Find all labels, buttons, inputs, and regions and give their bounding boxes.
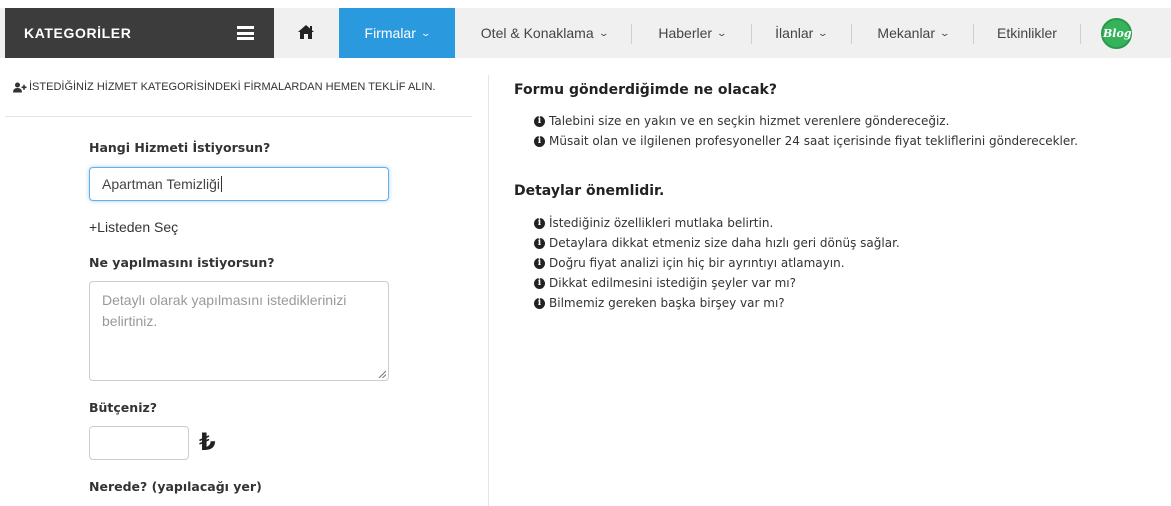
info-circle-icon: i bbox=[534, 297, 545, 309]
nav-item-label: Haberler bbox=[658, 25, 713, 41]
currency-symbol: ₺ bbox=[199, 428, 216, 456]
nav-divider bbox=[751, 24, 752, 44]
service-label: Hangi Hizmeti İstiyorsun? bbox=[89, 140, 271, 155]
nav-item-label: İlanlar bbox=[775, 25, 814, 41]
home-button[interactable] bbox=[274, 8, 339, 58]
nav-item-etkinlikler[interactable]: Etkinlikler bbox=[984, 8, 1070, 58]
list-select-link[interactable]: +Listeden Seç bbox=[89, 219, 178, 235]
info-circle-icon: i bbox=[534, 277, 545, 289]
list-item-text: Doğru fiyat analizi için hiç bir ayrıntı… bbox=[549, 256, 845, 270]
list-item-text: Talebini size en yakın ve en seçkin hizm… bbox=[549, 114, 950, 128]
nav-divider bbox=[851, 24, 852, 44]
header-divider bbox=[5, 116, 472, 117]
info-circle-icon: i bbox=[534, 115, 545, 127]
categories-panel: KATEGORİLER bbox=[5, 8, 274, 58]
text-cursor bbox=[221, 176, 223, 192]
details-placeholder: Detaylı olarak yapılmasını istediklerini… bbox=[102, 292, 347, 329]
nav-item-haberler[interactable]: Haberler ⌄ bbox=[642, 8, 742, 58]
add-user-icon bbox=[13, 82, 27, 92]
form-header-text: İSTEDİĞİNİZ HİZMET KATEGORİSİNDEKİ FİRMA… bbox=[29, 81, 436, 93]
top-navbar: KATEGORİLER Firmalar ⌄ Otel & Konaklama ⌄ … bbox=[0, 8, 1171, 58]
info-circle-icon: i bbox=[534, 217, 545, 229]
chevron-down-icon: ⌄ bbox=[716, 27, 728, 38]
blog-logo-button[interactable]: Blog bbox=[1101, 18, 1132, 49]
list-item-text: Bilmemiz gereken başka birşey var mı? bbox=[549, 296, 785, 310]
nav-item-firmalar[interactable]: Firmalar ⌄ bbox=[339, 8, 455, 58]
chevron-down-icon: ⌄ bbox=[597, 27, 610, 38]
nav-divider bbox=[1080, 24, 1081, 44]
nav-item-ilanlar[interactable]: İlanlar ⌄ bbox=[761, 8, 841, 58]
budget-label: Bütçeniz? bbox=[89, 400, 157, 415]
home-icon bbox=[298, 25, 314, 39]
list-item: i Dikkat edilmesini istediğin şeyler var … bbox=[534, 273, 900, 293]
nav-item-mekanlar[interactable]: Mekanlar ⌄ bbox=[862, 8, 964, 58]
info-circle-icon: i bbox=[534, 237, 545, 249]
nav-item-label: Mekanlar bbox=[877, 25, 936, 41]
form-header: İSTEDİĞİNİZ HİZMET KATEGORİSİNDEKİ FİRMA… bbox=[13, 81, 435, 93]
nav-divider bbox=[973, 24, 974, 44]
list-item-text: Müsait olan ve ilgilenen profesyoneller … bbox=[549, 134, 1078, 148]
nav-item-label: Otel & Konaklama bbox=[480, 25, 594, 41]
list-item: i İstediğiniz özellikleri mutlaka belirti… bbox=[534, 213, 900, 233]
resize-handle-icon[interactable] bbox=[379, 371, 386, 378]
list-item-text: Detaylara dikkat etmeniz size daha hızlı… bbox=[549, 236, 900, 250]
nav-item-otel-konaklama[interactable]: Otel & Konaklama ⌄ bbox=[466, 8, 622, 58]
chevron-down-icon: ⌄ bbox=[939, 27, 951, 38]
budget-input[interactable] bbox=[89, 426, 189, 460]
info-section-1-list: i Talebini size en yakın ve en seçkin hiz… bbox=[534, 111, 1078, 151]
list-item: i Doğru fiyat analizi için hiç bir ayrınt… bbox=[534, 253, 900, 273]
list-item-text: İstediğiniz özellikleri mutlaka belirtin… bbox=[549, 216, 774, 230]
service-input[interactable]: Apartman Temizliği bbox=[89, 167, 389, 201]
blog-logo-text: Blog bbox=[1103, 27, 1132, 40]
info-section-2-list: i İstediğiniz özellikleri mutlaka belirti… bbox=[534, 213, 900, 313]
hamburger-icon[interactable] bbox=[237, 26, 254, 40]
chevron-down-icon: ⌄ bbox=[420, 27, 432, 38]
info-circle-icon: i bbox=[534, 257, 545, 269]
location-label: Nerede? (yapılacağı yer) bbox=[89, 479, 262, 494]
list-item: i Müsait olan ve ilgilenen profesyoneller… bbox=[534, 131, 1078, 151]
chevron-down-icon: ⌄ bbox=[817, 27, 829, 38]
info-section-1-title: Formu gönderdiğimde ne olacak? bbox=[514, 82, 777, 98]
list-item-text: Dikkat edilmesini istediğin şeyler var m… bbox=[549, 276, 797, 290]
list-item: i Detaylara dikkat etmeniz size daha hızl… bbox=[534, 233, 900, 253]
nav-item-label: Firmalar bbox=[364, 25, 416, 41]
details-label: Ne yapılmasını istiyorsun? bbox=[89, 255, 275, 270]
service-input-value: Apartman Temizliği bbox=[102, 176, 221, 192]
list-item: i Talebini size en yakın ve en seçkin hiz… bbox=[534, 111, 1078, 131]
info-section-2-title: Detaylar önemlidir. bbox=[514, 183, 665, 199]
categories-title: KATEGORİLER bbox=[24, 25, 132, 41]
info-circle-icon: i bbox=[534, 135, 545, 147]
column-divider bbox=[488, 75, 489, 506]
nav-item-label: Etkinlikler bbox=[997, 25, 1057, 41]
list-item: i Bilmemiz gereken başka birşey var mı? bbox=[534, 293, 900, 313]
details-textarea[interactable]: Detaylı olarak yapılmasını istediklerini… bbox=[89, 281, 389, 381]
nav-divider bbox=[631, 24, 632, 44]
